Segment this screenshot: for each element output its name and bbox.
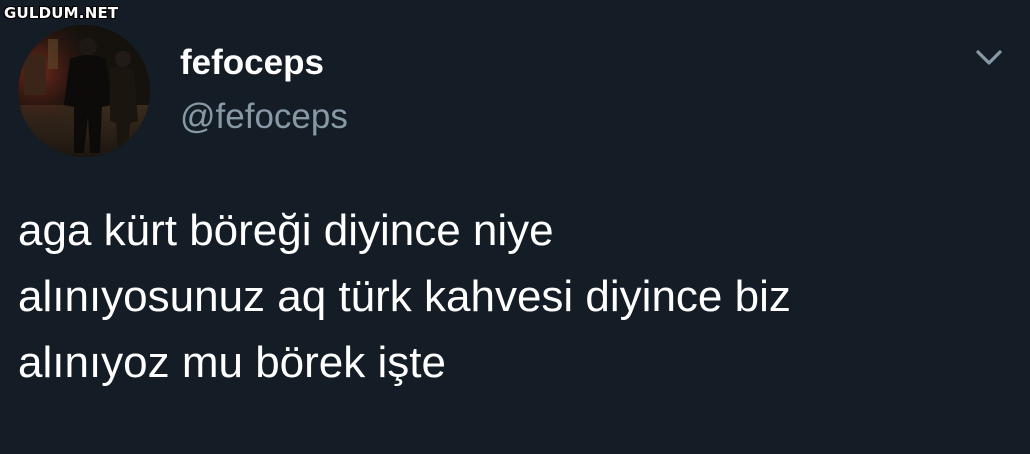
tweet-text: aga kürt böreği diyince niye alınıyosunu… — [18, 198, 1018, 396]
chevron-down-icon[interactable] — [972, 44, 1006, 72]
watermark-logo: GULDUM.NET — [4, 4, 119, 22]
tweet-text-line: aga kürt böreği diyince niye — [18, 206, 554, 255]
tweet-text-line: alınıyosunuz aq türk kahvesi diyince biz — [18, 272, 791, 321]
user-handle[interactable]: @fefoceps — [180, 96, 348, 138]
avatar[interactable] — [18, 25, 150, 157]
display-name[interactable]: fefoceps — [180, 42, 324, 84]
tweet-text-line: alınıyoz mu börek işte — [18, 338, 446, 387]
profile-photo-icon — [18, 25, 150, 157]
